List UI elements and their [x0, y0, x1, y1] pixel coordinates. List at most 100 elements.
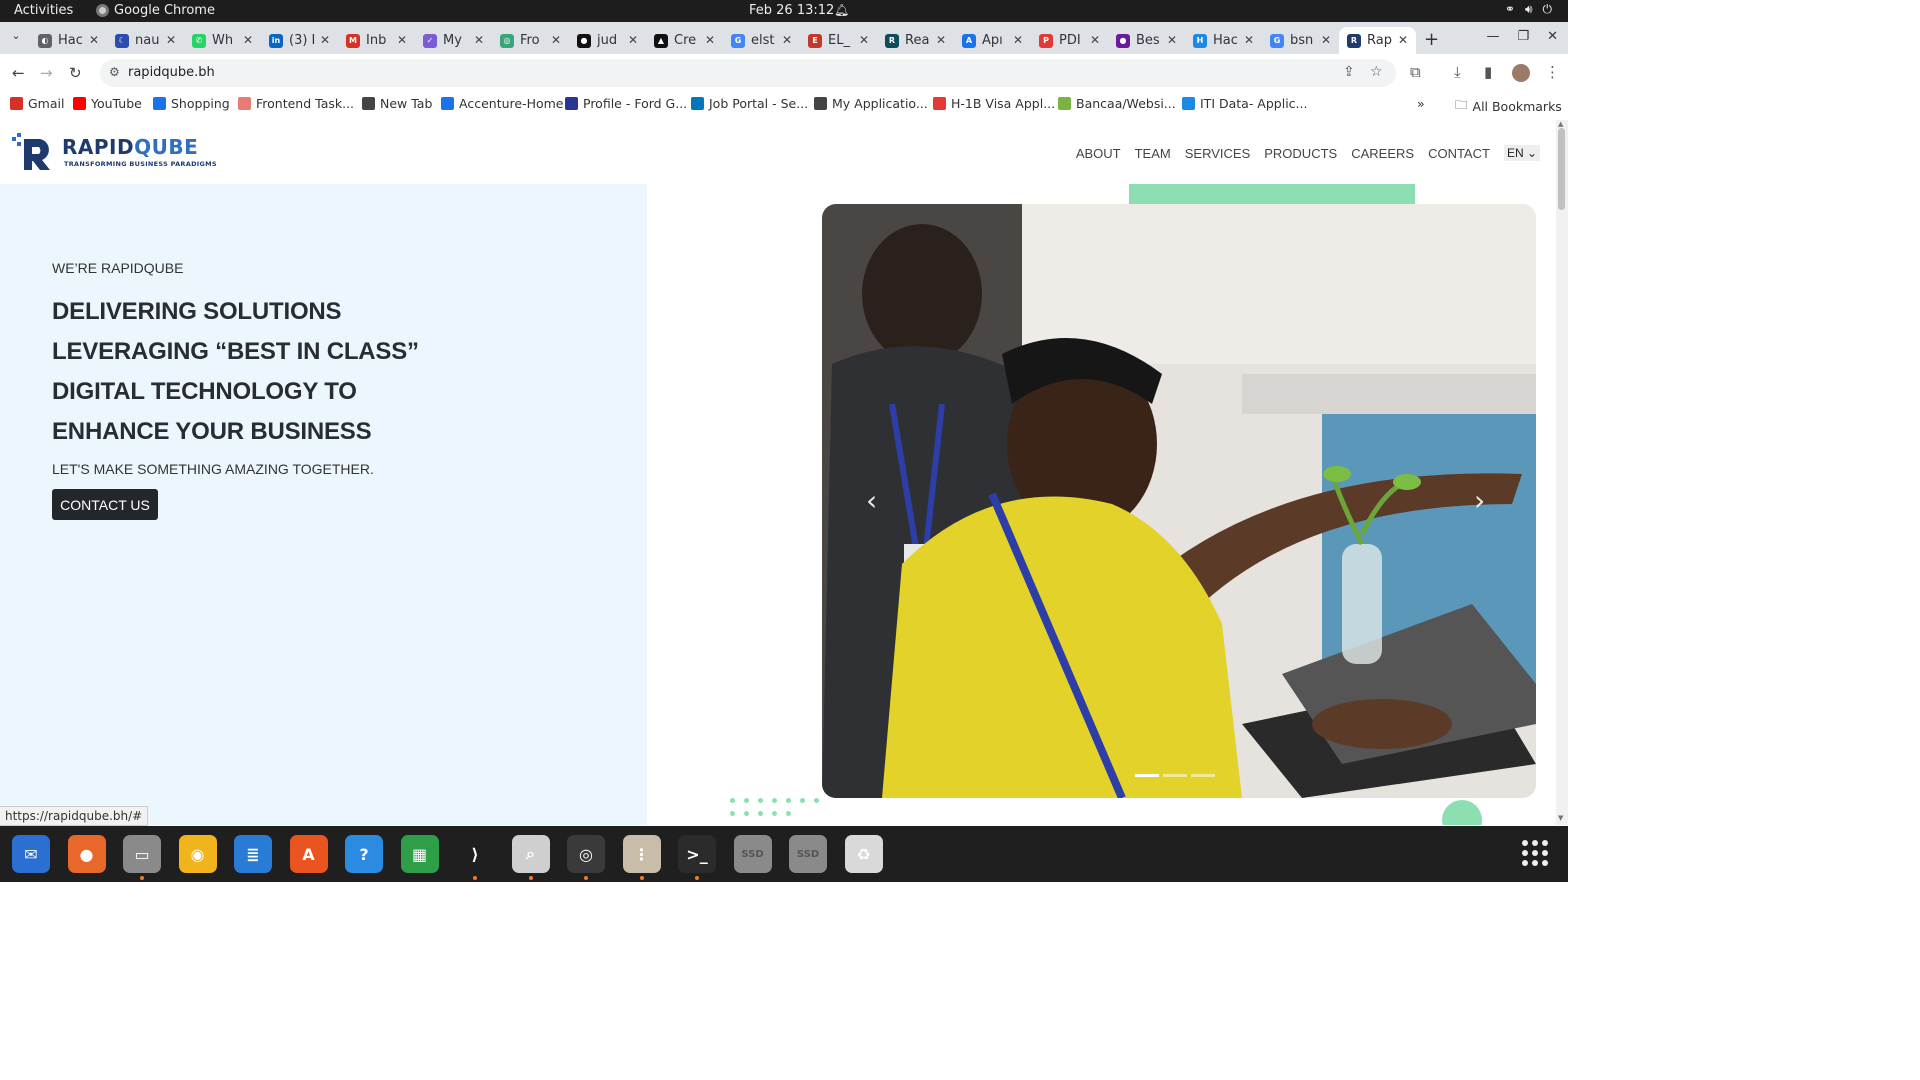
tab-close-icon[interactable]: ✕: [936, 33, 946, 47]
tab-close-icon[interactable]: ✕: [1167, 33, 1177, 47]
browser-tab[interactable]: in (3) I ✕: [261, 27, 338, 54]
url-text[interactable]: rapidqube.bh: [128, 65, 215, 80]
close-window-button[interactable]: ✕: [1547, 29, 1558, 44]
carousel-indicator[interactable]: [1191, 774, 1215, 777]
activities-button[interactable]: Activities: [14, 3, 73, 18]
contact-us-button[interactable]: CONTACT US: [52, 489, 158, 520]
bookmark-item[interactable]: Gmail: [10, 96, 64, 111]
bookmark-item[interactable]: YouTube: [73, 96, 142, 111]
ssd-1-icon[interactable]: SSD: [733, 835, 772, 873]
bookmark-item[interactable]: Job Portal - Se...: [691, 96, 808, 111]
carousel-prev-icon[interactable]: ‹: [866, 484, 877, 517]
tab-close-icon[interactable]: ✕: [1244, 33, 1254, 47]
bookmark-item[interactable]: Profile - Ford G...: [565, 96, 687, 111]
back-icon[interactable]: ←: [12, 64, 25, 82]
notification-bell-icon[interactable]: 🔔︎: [834, 3, 849, 17]
install-app-icon[interactable]: ⇪: [1343, 64, 1355, 80]
address-bar[interactable]: ⚙ rapidqube.bh ⇪ ☆: [100, 59, 1396, 87]
nav-team[interactable]: TEAM: [1135, 146, 1171, 161]
tab-close-icon[interactable]: ✕: [1090, 33, 1100, 47]
show-apps-grid-icon[interactable]: [1522, 840, 1548, 866]
browser-tab[interactable]: A Apı ✕: [954, 27, 1031, 54]
browser-tab[interactable]: ☾ nau ✕: [107, 27, 184, 54]
site-info-icon[interactable]: ⚙: [109, 65, 120, 79]
maximize-button[interactable]: ❐: [1517, 29, 1529, 44]
bookmark-item[interactable]: My Applicatio...: [814, 96, 928, 111]
carousel-next-icon[interactable]: ›: [1474, 484, 1485, 517]
browser-tab[interactable]: P PDI ✕: [1031, 27, 1108, 54]
browser-tab[interactable]: ▲ Cre ✕: [646, 27, 723, 54]
browser-tab[interactable]: M Inb ✕: [338, 27, 415, 54]
downloads-icon[interactable]: ⤓: [1454, 63, 1461, 81]
carousel-indicator[interactable]: [1163, 774, 1187, 777]
tab-search-chevron-icon[interactable]: ⌄: [6, 29, 26, 47]
writer-icon[interactable]: ≣: [234, 835, 272, 873]
thunderbird-icon[interactable]: ✉: [12, 835, 50, 873]
carousel-indicator[interactable]: [1135, 774, 1159, 777]
app-menu[interactable]: Google Chrome: [96, 3, 215, 18]
rapidqube-logo[interactable]: RAPIDQUBE TRANSFORMING BUSINESS PARADIGM…: [12, 133, 217, 173]
tab-close-icon[interactable]: ✕: [551, 33, 561, 47]
bookmark-item[interactable]: Frontend Task...: [238, 96, 354, 111]
nav-contact[interactable]: CONTACT: [1428, 146, 1490, 161]
bookmark-item[interactable]: New Tab: [362, 96, 432, 111]
scroll-up-icon[interactable]: ▲: [1558, 120, 1563, 128]
files-icon[interactable]: ▭: [123, 835, 161, 873]
browser-tab[interactable]: R Rap ✕: [1339, 27, 1416, 54]
browser-tab[interactable]: Gelst ✕: [723, 27, 800, 54]
browser-tab[interactable]: ✓ My ✕: [415, 27, 492, 54]
tab-close-icon[interactable]: ✕: [1321, 33, 1331, 47]
tab-close-icon[interactable]: ✕: [474, 33, 484, 47]
side-panel-icon[interactable]: ▮: [1484, 63, 1492, 81]
app-center-icon[interactable]: A: [289, 835, 328, 873]
more-bookmarks-icon[interactable]: »: [1417, 96, 1425, 111]
new-tab-button[interactable]: +: [1424, 29, 1439, 50]
scrollbar-thumb[interactable]: [1558, 128, 1565, 210]
forward-icon[interactable]: →: [40, 64, 53, 82]
menu-kebab-icon[interactable]: ⋮: [1545, 63, 1560, 81]
scroll-down-icon[interactable]: ▼: [1558, 814, 1563, 822]
tab-close-icon[interactable]: ✕: [243, 33, 253, 47]
tab-close-icon[interactable]: ✕: [1013, 33, 1023, 47]
tab-close-icon[interactable]: ✕: [628, 33, 638, 47]
browser-tab[interactable]: ◐ Hac ✕: [30, 27, 107, 54]
ssd-2-icon[interactable]: SSD: [789, 835, 827, 873]
image-viewer-icon[interactable]: ⌕: [511, 835, 550, 873]
browser-tab[interactable]: ● Bes ✕: [1108, 27, 1185, 54]
clock[interactable]: Feb 26 13:12: [749, 3, 834, 18]
profile-avatar[interactable]: [1512, 64, 1530, 82]
firefox-icon[interactable]: ●: [67, 835, 106, 873]
browser-tab[interactable]: R Rea ✕: [877, 27, 954, 54]
help-icon[interactable]: ?: [345, 835, 383, 873]
trash-icon[interactable]: ♻: [844, 835, 883, 873]
nav-services[interactable]: SERVICES: [1185, 146, 1251, 161]
tab-close-icon[interactable]: ✕: [89, 33, 99, 47]
nav-products[interactable]: PRODUCTS: [1264, 146, 1337, 161]
tab-close-icon[interactable]: ✕: [782, 33, 792, 47]
chrome-icon[interactable]: ◎: [567, 835, 605, 873]
bookmark-star-icon[interactable]: ☆: [1370, 64, 1383, 80]
tab-close-icon[interactable]: ✕: [320, 33, 330, 47]
browser-tab[interactable]: Gbsn ✕: [1262, 27, 1339, 54]
browser-tab[interactable]: H Hac ✕: [1185, 27, 1262, 54]
page-scrollbar[interactable]: ▲ ▼: [1556, 120, 1568, 825]
all-bookmarks-folder[interactable]: 🗀 All Bookmarks: [1455, 96, 1562, 117]
browser-tab[interactable]: ◎ Fro ✕: [492, 27, 569, 54]
nav-careers[interactable]: CAREERS: [1351, 146, 1414, 161]
bookmark-item[interactable]: Bancaa/Websi...: [1058, 96, 1176, 111]
browser-tab[interactable]: ● jud ✕: [569, 27, 646, 54]
nav-about[interactable]: ABOUT: [1076, 146, 1121, 161]
rhythmbox-icon[interactable]: ◉: [178, 835, 217, 873]
tab-close-icon[interactable]: ✕: [397, 33, 407, 47]
bookmark-item[interactable]: H-1B Visa Appl...: [933, 96, 1055, 111]
tab-close-icon[interactable]: ✕: [166, 33, 176, 47]
calc-icon[interactable]: ▦: [400, 835, 439, 873]
bookmark-item[interactable]: Accenture-Home: [441, 96, 564, 111]
archive-icon[interactable]: ⋮: [622, 835, 661, 873]
tab-close-icon[interactable]: ✕: [1398, 33, 1408, 47]
hero-image-carousel[interactable]: ‹ ›: [822, 204, 1536, 798]
language-select[interactable]: EN ⌄: [1503, 145, 1540, 161]
browser-tab[interactable]: ✆ Wh ✕: [184, 27, 261, 54]
bookmark-item[interactable]: Shopping: [153, 96, 230, 111]
extensions-icon[interactable]: ⧉: [1410, 63, 1421, 81]
